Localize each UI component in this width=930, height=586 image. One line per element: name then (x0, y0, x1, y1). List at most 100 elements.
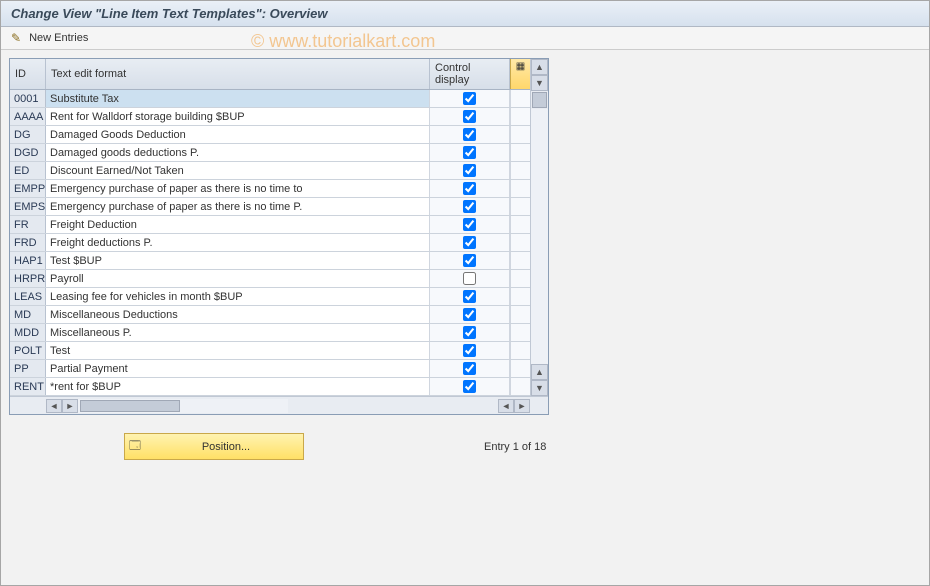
control-display-checkbox[interactable] (463, 236, 476, 249)
change-button[interactable]: ✎ (11, 31, 21, 45)
table-row[interactable]: POLTTest (10, 342, 530, 360)
row-id[interactable]: 0001 (10, 90, 46, 107)
row-id[interactable]: MDD (10, 324, 46, 341)
row-text[interactable]: Miscellaneous Deductions (46, 306, 430, 323)
control-display-checkbox[interactable] (463, 200, 476, 213)
table-row[interactable]: EMPSEmergency purchase of paper as there… (10, 198, 530, 216)
table-row[interactable]: DGDamaged Goods Deduction (10, 126, 530, 144)
control-display-checkbox[interactable] (463, 362, 476, 375)
hscroll-track[interactable] (78, 399, 288, 413)
table-row[interactable]: EMPPEmergency purchase of paper as there… (10, 180, 530, 198)
row-id[interactable]: PP (10, 360, 46, 377)
control-display-checkbox[interactable] (463, 164, 476, 177)
col-header-control[interactable]: Control display (430, 59, 510, 89)
control-display-checkbox[interactable] (463, 290, 476, 303)
table-row[interactable]: DGDDamaged goods deductions P. (10, 144, 530, 162)
table-row[interactable]: PPPartial Payment (10, 360, 530, 378)
position-button[interactable]: 🗔 Position... (124, 433, 304, 460)
row-text[interactable]: Partial Payment (46, 360, 430, 377)
row-id[interactable]: EMPP (10, 180, 46, 197)
row-id[interactable]: EMPS (10, 198, 46, 215)
row-control-display[interactable] (430, 288, 510, 305)
scroll-right-button[interactable]: ► (62, 399, 78, 413)
row-control-display[interactable] (430, 234, 510, 251)
table-row[interactable]: RENT*rent for $BUP (10, 378, 530, 396)
control-display-checkbox[interactable] (463, 254, 476, 267)
row-text[interactable]: Discount Earned/Not Taken (46, 162, 430, 179)
control-display-checkbox[interactable] (463, 218, 476, 231)
scroll-up-end-button[interactable]: ▲ (531, 364, 548, 380)
row-id[interactable]: LEAS (10, 288, 46, 305)
row-text[interactable]: Payroll (46, 270, 430, 287)
control-display-checkbox[interactable] (463, 182, 476, 195)
row-control-display[interactable] (430, 162, 510, 179)
row-text[interactable]: Test (46, 342, 430, 359)
col-header-text[interactable]: Text edit format (46, 59, 430, 89)
row-control-display[interactable] (430, 180, 510, 197)
scroll-up-button[interactable]: ▲ (531, 59, 548, 75)
control-display-checkbox[interactable] (463, 128, 476, 141)
row-control-display[interactable] (430, 216, 510, 233)
table-row[interactable]: AAAARent for Walldorf storage building $… (10, 108, 530, 126)
table-row[interactable]: HRPRPayroll (10, 270, 530, 288)
scroll-down-button[interactable]: ▼ (531, 75, 548, 91)
row-text[interactable]: Leasing fee for vehicles in month $BUP (46, 288, 430, 305)
row-id[interactable]: DG (10, 126, 46, 143)
row-control-display[interactable] (430, 378, 510, 395)
row-text[interactable]: Miscellaneous P. (46, 324, 430, 341)
table-settings-button[interactable]: ▦ (510, 59, 530, 89)
horizontal-scrollbar[interactable]: ◄ ► ◄ ► (10, 396, 548, 414)
vscroll-thumb[interactable] (532, 92, 547, 108)
table-row[interactable]: MDMiscellaneous Deductions (10, 306, 530, 324)
table-row[interactable]: HAP1Test $BUP (10, 252, 530, 270)
table-row[interactable]: FRFreight Deduction (10, 216, 530, 234)
row-control-display[interactable] (430, 306, 510, 323)
row-id[interactable]: FR (10, 216, 46, 233)
vertical-scrollbar[interactable]: ▲▼▲▼ (530, 59, 548, 396)
row-id[interactable]: DGD (10, 144, 46, 161)
row-text[interactable]: Substitute Tax (46, 90, 430, 107)
control-display-checkbox[interactable] (463, 308, 476, 321)
row-id[interactable]: AAAA (10, 108, 46, 125)
row-id[interactable]: ED (10, 162, 46, 179)
row-text[interactable]: Damaged Goods Deduction (46, 126, 430, 143)
row-text[interactable]: Freight Deduction (46, 216, 430, 233)
row-text[interactable]: Emergency purchase of paper as there is … (46, 180, 430, 197)
row-id[interactable]: POLT (10, 342, 46, 359)
table-row[interactable]: MDDMiscellaneous P. (10, 324, 530, 342)
row-control-display[interactable] (430, 126, 510, 143)
row-control-display[interactable] (430, 108, 510, 125)
hscroll-thumb[interactable] (80, 400, 180, 412)
row-control-display[interactable] (430, 342, 510, 359)
table-row[interactable]: 0001Substitute Tax (10, 90, 530, 108)
row-control-display[interactable] (430, 198, 510, 215)
row-text[interactable]: Freight deductions P. (46, 234, 430, 251)
control-display-checkbox[interactable] (463, 272, 476, 285)
scroll-right-end-button[interactable]: ► (514, 399, 530, 413)
row-text[interactable]: *rent for $BUP (46, 378, 430, 395)
row-control-display[interactable] (430, 90, 510, 107)
table-row[interactable]: LEASLeasing fee for vehicles in month $B… (10, 288, 530, 306)
row-control-display[interactable] (430, 252, 510, 269)
control-display-checkbox[interactable] (463, 380, 476, 393)
row-control-display[interactable] (430, 144, 510, 161)
control-display-checkbox[interactable] (463, 146, 476, 159)
row-text[interactable]: Emergency purchase of paper as there is … (46, 198, 430, 215)
control-display-checkbox[interactable] (463, 344, 476, 357)
vscroll-track[interactable] (531, 109, 548, 364)
scroll-left-button[interactable]: ◄ (46, 399, 62, 413)
new-entries-button[interactable]: New Entries (29, 32, 88, 44)
row-text[interactable]: Test $BUP (46, 252, 430, 269)
row-control-display[interactable] (430, 324, 510, 341)
row-id[interactable]: RENT (10, 378, 46, 395)
control-display-checkbox[interactable] (463, 92, 476, 105)
table-row[interactable]: FRDFreight deductions P. (10, 234, 530, 252)
row-text[interactable]: Rent for Walldorf storage building $BUP (46, 108, 430, 125)
row-id[interactable]: MD (10, 306, 46, 323)
row-id[interactable]: FRD (10, 234, 46, 251)
col-header-id[interactable]: ID (10, 59, 46, 89)
row-control-display[interactable] (430, 270, 510, 287)
row-id[interactable]: HRPR (10, 270, 46, 287)
row-text[interactable]: Damaged goods deductions P. (46, 144, 430, 161)
control-display-checkbox[interactable] (463, 110, 476, 123)
